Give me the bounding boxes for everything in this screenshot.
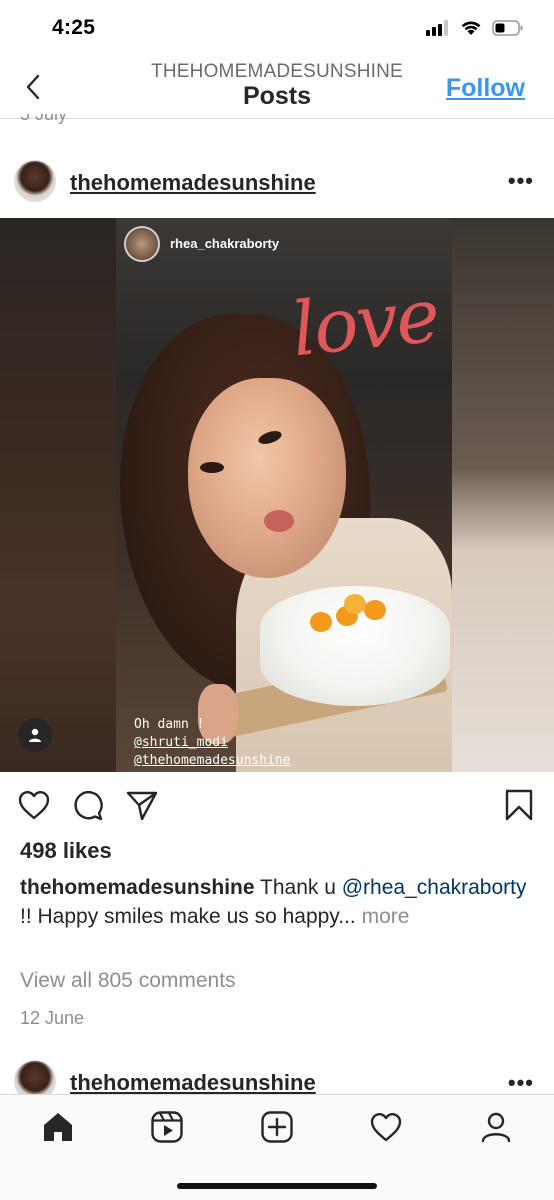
share-button[interactable] [125,788,159,822]
home-icon [44,1113,72,1141]
reels-icon [151,1111,183,1143]
comment-button[interactable] [71,788,105,822]
story-image: rhea_chakraborty love Oh damn ! @shruti_… [116,218,452,772]
likes-count[interactable]: 498 likes [20,838,112,864]
bookmark-icon [505,789,533,821]
tab-reels[interactable] [147,1107,187,1147]
post-media[interactable]: rhea_chakraborty love Oh damn ! @shruti_… [0,218,554,772]
avatar[interactable] [14,1060,56,1094]
story-lips [264,510,294,532]
post-caption: thehomemadesunshine Thank u @rhea_chakra… [20,874,536,931]
battery-icon [492,20,523,36]
save-button[interactable] [502,788,536,822]
activity-heart-icon [370,1113,402,1142]
story-cake [260,586,450,706]
post-date: 12 June [20,1008,85,1028]
post-actions [0,784,554,828]
nav-bar: THEHOMEMADESUNSHINE Posts Follow [0,56,554,119]
caption-more-link[interactable]: more [356,905,410,928]
caption-mention[interactable]: @rhea_chakraborty [342,876,527,899]
media-blur-right [452,218,554,772]
comment-icon [74,790,103,821]
tab-activity[interactable] [366,1107,406,1147]
caption-text: Thank u [254,876,342,899]
avatar[interactable] [14,160,56,202]
new-post-icon [261,1111,293,1143]
user-tag-icon [29,728,41,742]
story-eye-left [200,462,224,473]
cake-fruit [364,600,386,620]
tab-new-post[interactable] [257,1107,297,1147]
tagged-people-button[interactable] [18,718,52,752]
story-caption-line: Oh damn ! [134,717,205,732]
tab-home[interactable] [38,1107,78,1147]
status-bar: 4:25 [0,0,554,56]
send-icon [126,791,158,821]
home-indicator[interactable] [177,1183,377,1189]
story-caption-mention: @shruti_modi [134,735,228,750]
view-comments-link[interactable]: View all 805 comments [20,969,236,993]
status-time: 4:25 [52,16,96,39]
tab-profile[interactable] [476,1107,516,1147]
story-caption: Oh damn ! @shruti_modi @thehomemadesunsh… [134,716,291,770]
like-button[interactable] [17,788,51,822]
cake-fruit [344,594,366,614]
media-blur-left [0,218,116,772]
more-dots-icon[interactable]: ••• [508,1070,534,1094]
story-caption-mention: @thehomemadesunshine [134,753,291,768]
follow-button[interactable]: Follow [446,74,525,103]
heart-icon [18,791,50,820]
post-username[interactable]: thehomemadesunshine [70,170,316,196]
profile-icon [481,1112,511,1143]
post-header: thehomemadesunshine ••• [0,156,554,210]
next-post-header: thehomemadesunshine ••• [0,1060,554,1094]
love-sticker: love [287,272,442,374]
status-icons [426,20,524,36]
caption-username[interactable]: thehomemadesunshine [20,876,255,899]
story-username: rhea_chakraborty [170,236,280,251]
cake-fruit [310,612,332,632]
story-face [188,378,346,578]
post-username[interactable]: thehomemadesunshine [70,1070,316,1094]
wifi-icon [461,21,481,35]
signal-icon [426,20,448,36]
story-avatar [124,226,160,262]
more-dots-icon[interactable]: ••• [508,168,534,194]
caption-text: !! Happy smiles make us so happy... [20,904,356,928]
